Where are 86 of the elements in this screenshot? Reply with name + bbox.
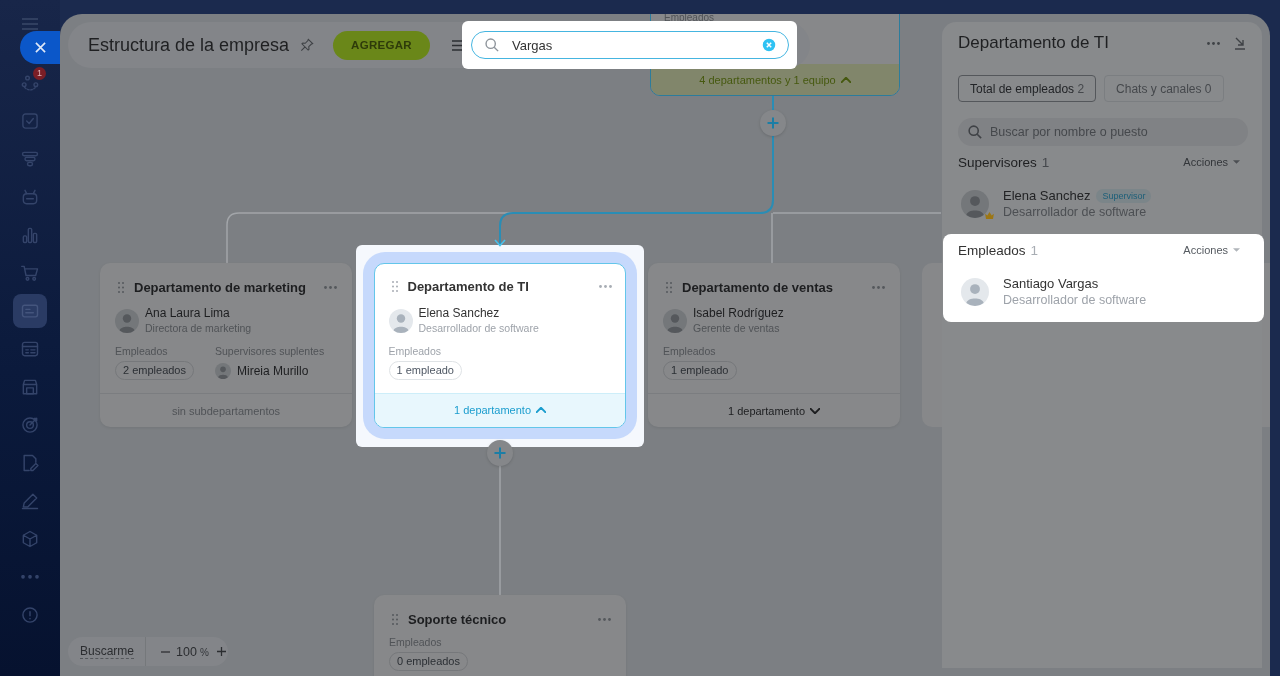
actions-button[interactable]: Acciones	[1183, 156, 1240, 168]
minus-icon	[160, 650, 170, 653]
sidebar-item[interactable]: 1	[13, 66, 47, 100]
search-icon	[968, 125, 982, 139]
checkbox-icon	[20, 111, 40, 131]
zoom-value: 100	[176, 644, 197, 659]
drag-handle-icon[interactable]	[666, 281, 672, 293]
close-icon	[34, 42, 46, 53]
subdepartments-toggle[interactable]: 1 departamento	[648, 393, 900, 427]
plus-icon	[767, 117, 779, 129]
search-icon	[485, 38, 499, 52]
pen-icon	[20, 491, 40, 511]
avatar-icon	[115, 309, 139, 333]
cube-icon	[20, 529, 40, 549]
zoom-in-button[interactable]	[216, 645, 227, 658]
bar-chart-icon	[20, 225, 40, 245]
menu-icon	[22, 18, 38, 30]
funnel-icon	[20, 149, 40, 169]
add-node-button[interactable]	[487, 440, 513, 466]
more-icon[interactable]	[872, 285, 885, 289]
section-count: 1	[1030, 242, 1040, 258]
target-icon	[20, 415, 40, 435]
person-name[interactable]: Elena Sanchez	[1003, 188, 1091, 204]
person-role: Desarrollador de software	[1003, 204, 1148, 220]
head-name: Isabel Rodríguez	[693, 306, 784, 321]
drag-handle-icon[interactable]	[118, 281, 124, 293]
sidebar-item[interactable]	[13, 294, 47, 328]
avatar-icon	[215, 362, 231, 379]
close-button[interactable]	[20, 31, 60, 64]
arrow-to-line-icon[interactable]	[1234, 36, 1246, 50]
actions-button[interactable]: Acciones	[1183, 244, 1240, 256]
more-icon[interactable]	[598, 285, 612, 288]
contact-card-icon	[20, 301, 40, 321]
search-field[interactable]: Vargas	[471, 31, 789, 59]
caret-icon	[1233, 248, 1240, 252]
subdepartments-toggle[interactable]: 1 departamento	[375, 392, 625, 427]
more-icon[interactable]	[598, 617, 611, 621]
add-button[interactable]: AGREGAR	[333, 30, 430, 60]
plus-icon	[217, 647, 227, 656]
notification-badge: 1	[33, 67, 46, 80]
cart-icon	[20, 263, 40, 283]
section-count: 1	[1041, 154, 1051, 170]
avatar-icon	[961, 190, 989, 218]
robot-icon	[20, 187, 40, 207]
department-title: Departamento de marketing	[134, 279, 307, 295]
pin-icon[interactable]	[300, 38, 315, 52]
connector-line	[772, 95, 774, 111]
tab[interactable]: Chats y canales 0	[1104, 75, 1224, 102]
panel-title: Departamento de TI	[958, 33, 1110, 53]
section-title: Empleados	[958, 242, 1026, 258]
search-field[interactable]: Buscar por nombre o puesto	[958, 118, 1248, 146]
find-me-link[interactable]: Buscarme	[80, 644, 135, 659]
store-icon	[20, 377, 40, 397]
calendar-icon	[20, 339, 40, 359]
more-icon	[21, 575, 39, 579]
clear-icon[interactable]	[762, 38, 776, 52]
section-title: Supervisores	[958, 154, 1037, 170]
add-node-button[interactable]	[760, 110, 786, 136]
page-title: Estructura de la empresa	[88, 34, 290, 56]
avatar-icon	[663, 309, 687, 333]
menu-icon[interactable]	[452, 39, 465, 51]
document-edit-icon	[20, 453, 40, 473]
caret-icon	[1233, 160, 1240, 164]
department-title: Soporte técnico	[408, 611, 508, 627]
person-role: Desarrollador de software	[1003, 292, 1147, 308]
drag-handle-icon[interactable]	[392, 613, 398, 625]
head-role: Desarrollador de software	[418, 320, 539, 336]
drag-handle-icon[interactable]	[391, 281, 398, 292]
department-card[interactable]: Departamento de TI Elena Sanchez Desarrollador de software Empleados 1 empleado 1 departamento	[374, 263, 626, 428]
role-badge: Supervisor	[1096, 189, 1152, 203]
tab[interactable]: Total de empleados 2	[958, 75, 1097, 102]
employees-label: Empleados	[388, 344, 442, 358]
department-title: Departamento de ventas	[682, 279, 834, 295]
deputy-name: Mireia Murillo	[237, 363, 309, 378]
head-name: Elena Sanchez	[418, 305, 501, 321]
head-name: Ana Laura Lima	[145, 306, 231, 321]
plus-icon	[494, 447, 506, 459]
department-card[interactable]	[1262, 263, 1270, 427]
zoom-unit: %	[199, 647, 209, 658]
avatar-icon	[388, 308, 413, 333]
person-name[interactable]: Santiago Vargas	[1003, 276, 1099, 292]
menu-button[interactable]	[22, 18, 38, 30]
more-icon[interactable]	[324, 285, 337, 289]
department-title: Departamento de TI	[407, 279, 530, 294]
more-icon[interactable]	[1207, 41, 1220, 45]
alert-icon	[20, 605, 40, 625]
